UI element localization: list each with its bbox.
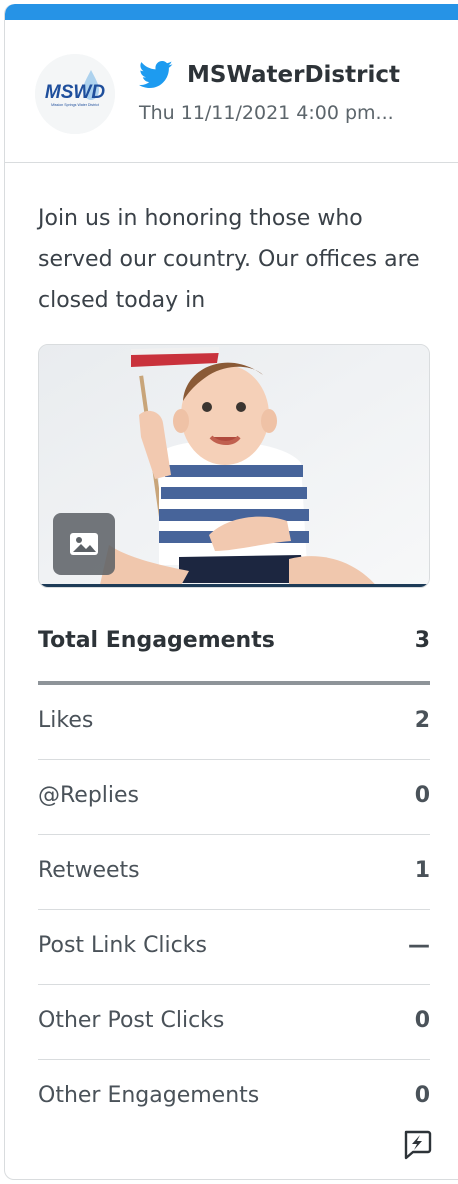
metric-row-likes: Likes 2 xyxy=(38,685,430,760)
twitter-icon xyxy=(139,60,173,89)
metric-value: 3 xyxy=(414,628,430,653)
metric-label: Likes xyxy=(38,708,94,733)
post-header: MSWD Mission Springs Water District MSWa… xyxy=(5,20,458,163)
metric-value: 0 xyxy=(414,1008,430,1033)
metric-label: @Replies xyxy=(38,783,140,808)
logo-text: MSWD xyxy=(45,82,105,103)
image-icon xyxy=(70,533,98,555)
metric-label: Other Post Clicks xyxy=(38,1008,225,1033)
metric-row-other-post-clicks: Other Post Clicks 0 xyxy=(38,985,430,1060)
metric-label: Retweets xyxy=(38,858,140,883)
metric-row-total-engagements: Total Engagements 3 xyxy=(38,604,430,685)
metric-row-retweets: Retweets 1 xyxy=(38,835,430,910)
metric-row-post-link-clicks: Post Link Clicks — xyxy=(38,910,430,985)
metric-value: 2 xyxy=(414,708,430,733)
post-text: Join us in honoring those who served our… xyxy=(38,206,420,313)
metric-row-replies: @Replies 0 xyxy=(38,760,430,835)
metric-value: 1 xyxy=(414,858,430,883)
account-handle[interactable]: MSWaterDistrict xyxy=(187,62,400,88)
post-image[interactable] xyxy=(38,344,430,588)
metric-value: 0 xyxy=(414,1083,430,1108)
image-type-badge xyxy=(53,513,115,575)
metric-label: Total Engagements xyxy=(38,628,275,653)
post-card: MSWD Mission Springs Water District MSWa… xyxy=(4,4,458,1180)
post-date: Thu 11/11/2021 4:00 pm... xyxy=(139,102,394,124)
metric-value: — xyxy=(408,933,430,958)
metric-label: Post Link Clicks xyxy=(38,933,207,958)
metric-row-other-engagements: Other Engagements 0 xyxy=(38,1060,430,1134)
boost-icon[interactable] xyxy=(401,1128,433,1160)
metric-label: Other Engagements xyxy=(38,1083,260,1108)
mswd-logo: MSWD Mission Springs Water District xyxy=(35,54,115,134)
network-color-bar xyxy=(5,4,458,20)
logo-subtext: Mission Springs Water District xyxy=(51,103,99,107)
avatar: MSWD Mission Springs Water District xyxy=(35,54,115,134)
metric-value: 0 xyxy=(414,783,430,808)
engagement-metrics: Total Engagements 3 Likes 2 @Replies 0 R… xyxy=(38,604,430,1134)
